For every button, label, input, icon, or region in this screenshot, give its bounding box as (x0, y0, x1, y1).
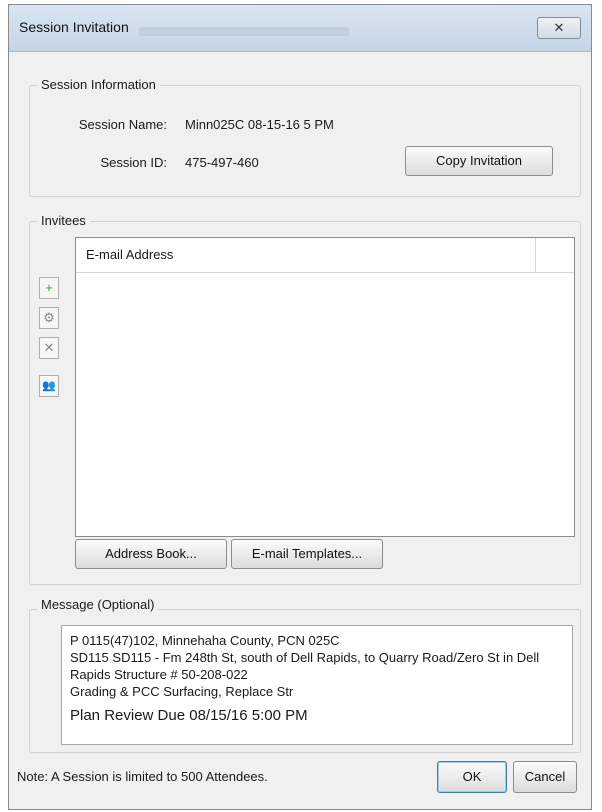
ok-button[interactable]: OK (437, 761, 507, 793)
session-id-label: Session ID: (100, 155, 167, 170)
gear-icon: ⚙ (43, 310, 55, 325)
attendee-limit-note: Note: A Session is limited to 500 Attend… (17, 769, 268, 784)
message-line: P 0115(47)102, Minnehaha County, PCN 025… (70, 633, 340, 648)
group-invitees-button[interactable]: 👥 (39, 375, 59, 397)
title-bar: Session Invitation ✕ (9, 5, 591, 52)
invitee-list[interactable]: E-mail Address (75, 237, 575, 537)
message-line: Rapids Structure # 50-208-022 (70, 667, 248, 682)
copy-invitation-button[interactable]: Copy Invitation (405, 146, 553, 176)
session-invitation-dialog: Session Invitation ✕ Session Information… (8, 4, 592, 810)
edit-invitee-button[interactable]: ⚙ (39, 307, 59, 329)
session-name-label: Session Name: (78, 117, 167, 132)
remove-icon: ✕ (43, 340, 55, 355)
session-information-group (29, 85, 581, 197)
add-invitee-button[interactable]: + (39, 277, 59, 299)
invitees-label: Invitees (37, 213, 90, 228)
title-bar-background-blur (139, 27, 349, 36)
cancel-button[interactable]: Cancel (513, 761, 577, 793)
message-label: Message (Optional) (37, 597, 159, 612)
email-address-column-header[interactable]: E-mail Address (76, 238, 536, 272)
people-icon: 👥 (42, 380, 56, 392)
message-line: SD115 SD115 - Fm 248th St, south of Dell… (70, 650, 540, 665)
message-line: Grading & PCC Surfacing, Replace Str (70, 684, 294, 699)
address-book-button[interactable]: Address Book... (75, 539, 227, 569)
list-header: E-mail Address (76, 238, 574, 273)
email-templates-button[interactable]: E-mail Templates... (231, 539, 383, 569)
close-button[interactable]: ✕ (537, 17, 581, 39)
session-information-label: Session Information (37, 77, 160, 92)
message-textarea[interactable]: P 0115(47)102, Minnehaha County, PCN 025… (61, 625, 573, 745)
session-name-value: Minn025C 08-15-16 5 PM (185, 117, 334, 132)
remove-invitee-button[interactable]: ✕ (39, 337, 59, 359)
add-icon: + (45, 280, 53, 295)
session-id-value: 475-497-460 (185, 155, 259, 170)
message-due-line: Plan Review Due 08/15/16 5:00 PM (70, 707, 308, 724)
window-title: Session Invitation (19, 19, 129, 35)
